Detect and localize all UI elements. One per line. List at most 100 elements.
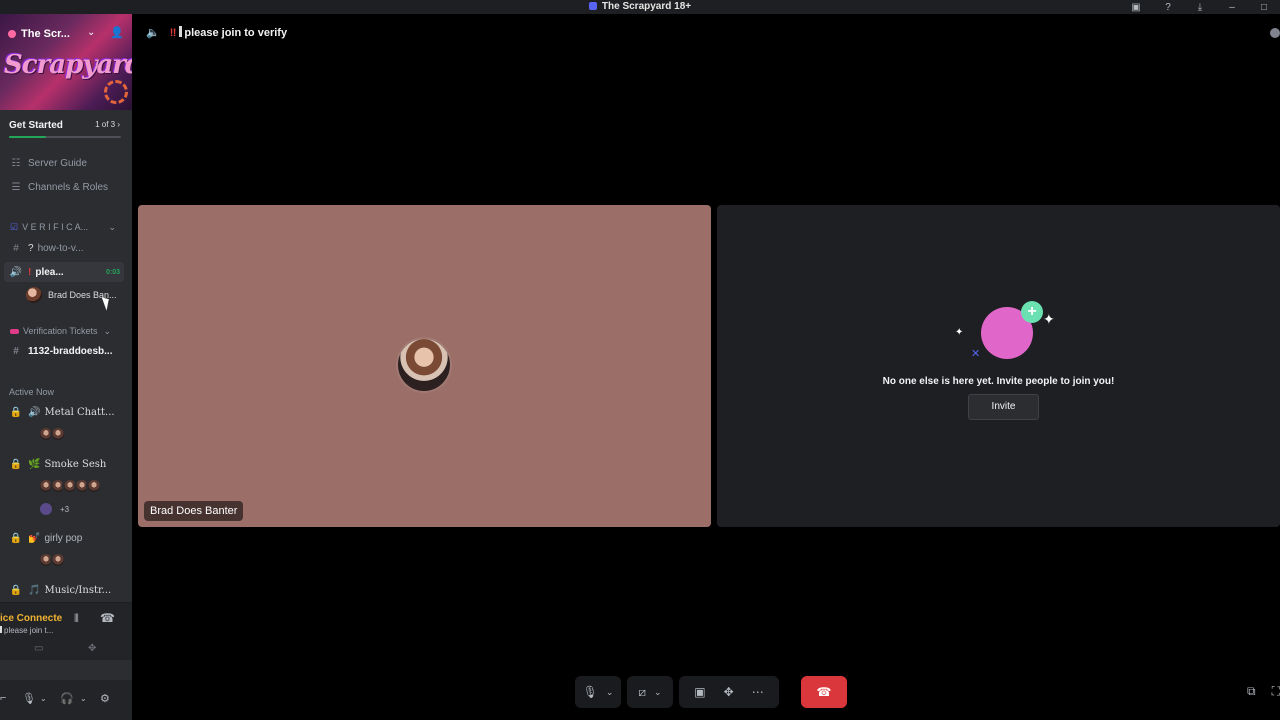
voice-channel-link[interactable]: please join t... — [0, 626, 53, 635]
get-started-count: 1 of 3 › — [95, 120, 120, 129]
speaker-icon: 🔈 — [146, 27, 160, 39]
channel-emoji: 🔊 — [28, 406, 41, 418]
speaker-icon: 🔊 — [9, 266, 23, 278]
hang-up-icon: ☎ — [816, 685, 832, 699]
active-channel-music[interactable]: 🔒 🎵 Music/Instr... — [0, 580, 124, 600]
channel-emoji: 🌿 — [28, 458, 41, 470]
active-now-header: Active Now — [0, 385, 124, 399]
lock-icon: 🔒 — [9, 458, 23, 470]
microphone-icon: 🎙 — [582, 685, 598, 699]
minimize-icon[interactable]: – — [1216, 2, 1248, 13]
category-verification-tickets[interactable]: Verification Tickets ⌄ — [0, 324, 124, 338]
hashtag-icon: # — [13, 242, 19, 254]
camera-off-icon: ⧄ — [638, 684, 647, 699]
question-icon: ? — [28, 242, 34, 254]
checkbox-icon: ☑ — [10, 221, 19, 232]
window-title-text: The Scrapyard 18+ — [601, 1, 692, 12]
chevron-down-icon: ⌄ — [108, 221, 116, 232]
exclamation-icon: ! — [28, 266, 32, 278]
category-verification[interactable]: ☑ V E R I F I C A... ⌄ — [0, 220, 124, 234]
active-users-smoke-more[interactable]: +3 — [38, 501, 69, 517]
more-options-icon[interactable]: ⋯ — [752, 685, 764, 699]
headphones-icon[interactable]: 🎧 — [60, 692, 74, 705]
empty-room-message: No one else is here yet. Invite people t… — [882, 376, 1115, 387]
guide-icon: ☷ — [11, 157, 21, 169]
add-user-icon[interactable]: 👤 — [110, 26, 124, 39]
noise-suppression-icon[interactable]: ⦀ — [74, 613, 79, 626]
active-channel-metal[interactable]: 🔒 🔊 Metal Chatt... — [0, 402, 124, 422]
chat-icon[interactable] — [1270, 28, 1280, 38]
user-avatar-icon[interactable]: ⌐ — [0, 692, 6, 704]
chevron-down-icon[interactable]: ⌄ — [87, 27, 95, 38]
lock-icon: 🔒 — [9, 532, 23, 544]
settings-gear-icon[interactable]: ⚙ — [100, 692, 110, 705]
inbox-icon[interactable]: ▣ — [1120, 2, 1152, 13]
microphone-icon[interactable]: 🎙 — [22, 692, 36, 705]
avatar — [50, 426, 66, 442]
titlebar-icons: ▣ ? ⤓ – □ — [1120, 0, 1280, 14]
screen-share-icon[interactable]: ▭ — [34, 643, 43, 654]
call-controls: 🎙 ⌄ ⧄ ⌄ ▣ ✥ ⋯ ☎ — [575, 676, 847, 708]
disconnect-icon[interactable]: ☎ — [100, 611, 115, 625]
screen-share-icon[interactable]: ▣ — [694, 685, 705, 699]
channel-name: Smoke Sesh — [44, 458, 107, 470]
server-name[interactable]: The Scr... — [8, 28, 70, 40]
disconnect-button[interactable]: ☎ — [801, 676, 847, 708]
activities-icon[interactable]: ✥ — [88, 643, 96, 654]
chevron-down-icon[interactable]: ⌄ — [654, 687, 662, 698]
channel-please-join-active[interactable]: 🔊! plea... 0:03 — [4, 262, 124, 282]
chevron-down-icon[interactable]: ⌄ — [606, 687, 614, 698]
chevron-down-icon[interactable]: ⌄ — [80, 694, 87, 703]
server-icon — [8, 30, 16, 38]
sidebar-item-server-guide[interactable]: ☷ Server Guide — [0, 153, 124, 173]
activity-button-group: ▣ ✥ ⋯ — [679, 676, 779, 708]
channel-how-to-verify[interactable]: #? how-to-v... — [0, 238, 124, 258]
camera-button[interactable]: ⧄ ⌄ — [627, 676, 673, 708]
channels-roles-label: Channels & Roles — [28, 181, 109, 193]
voice-connected-label[interactable]: ice Connecte — [0, 613, 62, 624]
active-channel-girly-pop[interactable]: 🔒 💅 girly pop — [0, 528, 124, 548]
get-started-progress — [9, 136, 121, 138]
lock-icon: 🔒 — [9, 406, 23, 418]
get-started[interactable]: Get Started 1 of 3 › — [0, 114, 124, 144]
window-title: The Scrapyard 18+ — [0, 1, 1280, 12]
channel-emoji: 💅 — [28, 532, 41, 544]
activities-icon[interactable]: ✥ — [724, 685, 734, 699]
channel-name: how-to-v... — [37, 242, 84, 254]
channel-sidebar: The Scr... ⌄ 👤 Scrapyard Get Started 1 o… — [0, 14, 132, 720]
sidebar-item-channels-roles[interactable]: ☰ Channels & Roles — [0, 177, 124, 197]
list-icon: ☰ — [11, 181, 21, 193]
microphone-button[interactable]: 🎙 ⌄ — [575, 676, 621, 708]
voice-connection-panel: ice Connecte please join t... ⦀ ☎ ▭ ✥ — [0, 602, 132, 660]
channel-name: 1132-braddoesb... — [28, 345, 113, 357]
server-banner[interactable]: The Scr... ⌄ 👤 Scrapyard — [0, 14, 132, 110]
hashtag-icon: # — [13, 345, 19, 357]
channel-name: girly pop — [44, 532, 83, 544]
chevron-down-icon[interactable]: ⌄ — [40, 694, 47, 703]
pop-out-icon[interactable]: ⧉ — [1247, 684, 1256, 699]
server-guide-label: Server Guide — [28, 157, 87, 169]
invite-illustration: + ✦ ✦ ✕ — [955, 299, 1055, 369]
voice-channel-name: please join t... — [4, 626, 54, 635]
fullscreen-icon[interactable]: ⛶ — [1272, 684, 1280, 699]
active-channel-smoke[interactable]: 🔒 🌿 Smoke Sesh — [0, 454, 124, 474]
download-icon[interactable]: ⤓ — [1184, 2, 1216, 13]
avatar — [86, 478, 102, 494]
maximize-icon[interactable]: □ — [1248, 2, 1280, 13]
active-users-smoke[interactable] — [38, 478, 102, 494]
channel-ticket[interactable]: #1132-braddoesb... — [0, 341, 124, 361]
category-verification-label: V E R I F I C A... — [22, 222, 89, 232]
active-users-girly-pop[interactable] — [38, 552, 66, 568]
channel-emoji: 🎵 — [28, 584, 41, 596]
help-icon[interactable]: ? — [1152, 2, 1184, 13]
avatar — [38, 501, 54, 517]
server-logo-icon — [588, 2, 597, 10]
title-bar: The Scrapyard 18+ ▣ ? ⤓ – □ — [0, 0, 1280, 14]
get-started-label: Get Started — [9, 120, 63, 131]
active-users-metal[interactable] — [38, 426, 66, 442]
participant-avatar — [396, 337, 452, 393]
more-users-count: +3 — [60, 504, 70, 514]
channel-title: please join to verify — [184, 27, 288, 39]
participant-tile[interactable]: Brad Does Banter — [138, 205, 711, 527]
invite-button[interactable]: Invite — [968, 394, 1039, 420]
